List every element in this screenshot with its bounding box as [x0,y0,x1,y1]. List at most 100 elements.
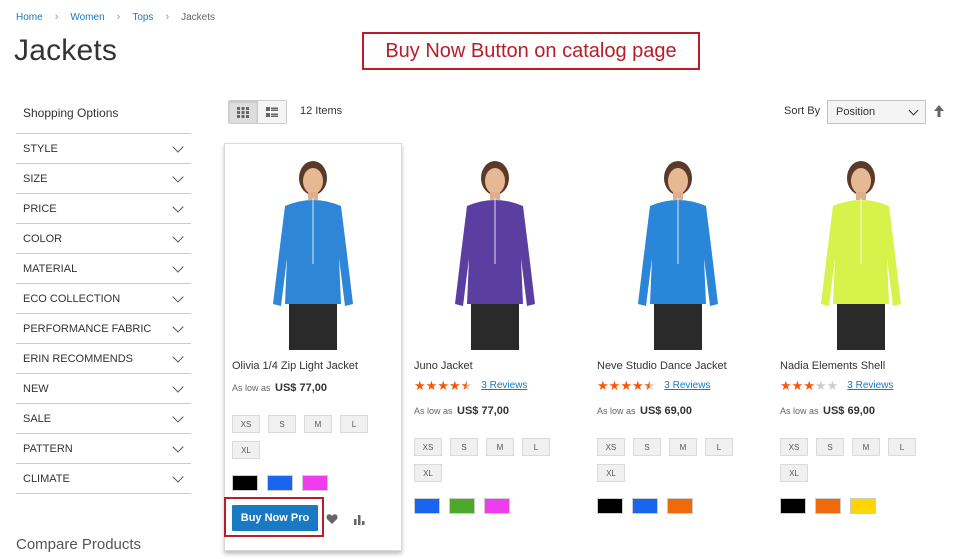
size-option-l[interactable]: L [340,415,368,433]
filter-label: ECO COLLECTION [23,292,121,305]
product-name-link[interactable]: Olivia 1/4 Zip Light Jacket [232,360,358,372]
size-option-s[interactable]: S [816,438,844,456]
size-swatches: XS S M L XL [232,415,382,467]
size-option-s[interactable]: S [268,415,296,433]
star-icon: ★ [814,378,827,393]
rating-stars: ★ ★ ★ ★ ★ [414,379,472,392]
color-swatch[interactable] [232,475,258,491]
size-option-l[interactable]: L [522,438,550,456]
product-price: As low as US$ 69,00 [780,405,875,417]
reviews-link[interactable]: 3 Reviews [847,380,893,391]
filter-size[interactable]: SIZE [16,164,191,194]
breadcrumb-tops[interactable]: Tops [132,12,153,23]
buy-now-button[interactable]: Buy Now Pro [232,505,318,531]
filter-new[interactable]: NEW [16,374,191,404]
product-image[interactable] [606,154,751,350]
grid-view-button[interactable] [229,101,257,123]
color-swatch[interactable] [302,475,328,491]
chevron-down-icon [172,200,184,213]
product-image[interactable] [423,154,568,350]
product-name-link[interactable]: Neve Studio Dance Jacket [597,360,727,372]
filter-pattern[interactable]: PATTERN [16,434,191,464]
price-prefix: As low as [597,406,636,416]
filter-style[interactable]: STYLE [16,134,191,164]
filter-climate[interactable]: CLIMATE [16,464,191,494]
color-swatch[interactable] [667,498,693,514]
product-name-link[interactable]: Nadia Elements Shell [780,360,885,372]
product-image[interactable] [789,154,934,350]
reviews-link[interactable]: 3 Reviews [664,380,710,391]
size-option-xl[interactable]: XL [780,464,808,482]
breadcrumb-separator: › [54,11,59,23]
filter-label: PATTERN [23,442,73,455]
star-icon: ★ [414,378,426,393]
color-swatch[interactable] [815,498,841,514]
breadcrumb-separator: › [116,11,121,23]
size-option-xs[interactable]: XS [780,438,808,456]
filter-sale[interactable]: SALE [16,404,191,434]
filter-material[interactable]: MATERIAL [16,254,191,284]
breadcrumb-women[interactable]: Women [70,12,104,23]
color-swatch[interactable] [449,498,475,514]
color-swatch[interactable] [850,498,876,514]
size-option-l[interactable]: L [705,438,733,456]
chevron-down-icon [172,170,184,183]
color-swatch[interactable] [484,498,510,514]
filter-label: STYLE [23,142,58,155]
filter-performance-fabric[interactable]: PERFORMANCE FABRIC [16,314,191,344]
size-option-l[interactable]: L [888,438,916,456]
sidebar-title: Shopping Options [23,106,119,120]
chevron-down-icon [172,260,184,273]
color-swatches [597,498,702,514]
color-swatch[interactable] [414,498,440,514]
sort-by-select[interactable]: Position [827,100,926,124]
rating-stars: ★ ★ ★ ★ ★ [597,379,655,392]
size-option-s[interactable]: S [633,438,661,456]
product-name-link[interactable]: Juno Jacket [414,360,473,372]
color-swatch[interactable] [597,498,623,514]
list-view-button[interactable] [257,101,286,123]
filter-color[interactable]: COLOR [16,224,191,254]
product-price: As low as US$ 77,00 [232,382,327,394]
size-option-m[interactable]: M [852,438,880,456]
color-swatch[interactable] [267,475,293,491]
filter-label: CLIMATE [23,472,70,485]
size-option-xs[interactable]: XS [597,438,625,456]
product-rating: ★ ★ ★ ★ ★ 3 Reviews [414,379,527,392]
size-option-xl[interactable]: XL [597,464,625,482]
price-value: US$ 69,00 [640,405,693,417]
chevron-down-icon [172,230,184,243]
annotation-callout: Buy Now Button on catalog page [362,32,700,70]
size-option-xs[interactable]: XS [414,438,442,456]
star-icon: ★ [803,378,815,393]
filter-eco-collection[interactable]: ECO COLLECTION [16,284,191,314]
star-icon: ★ [597,378,609,393]
size-option-m[interactable]: M [669,438,697,456]
filter-label: NEW [23,382,49,395]
size-option-xl[interactable]: XL [414,464,442,482]
compare-chart-icon[interactable] [353,513,365,525]
product-image[interactable] [241,154,386,350]
filter-list: STYLE SIZE PRICE COLOR MATERIAL ECO COLLECTIO… [16,133,191,494]
product-rating: ★ ★ ★ ★ ★ 3 Reviews [597,379,710,392]
heart-icon[interactable] [326,513,338,525]
breadcrumb-home[interactable]: Home [16,12,43,23]
color-swatch[interactable] [632,498,658,514]
color-swatch[interactable] [780,498,806,514]
star-icon: ★ [631,378,644,393]
size-option-xl[interactable]: XL [232,441,260,459]
filter-label: SIZE [23,172,48,185]
size-option-xs[interactable]: XS [232,415,260,433]
price-prefix: As low as [414,406,453,416]
filter-label: MATERIAL [23,262,78,275]
filter-price[interactable]: PRICE [16,194,191,224]
size-option-s[interactable]: S [450,438,478,456]
filter-label: PERFORMANCE FABRIC [23,322,152,335]
breadcrumb-current: Jackets [181,11,216,23]
filter-erin-recommends[interactable]: ERIN RECOMMENDS [16,344,191,374]
size-option-m[interactable]: M [304,415,332,433]
sort-direction-arrow-icon[interactable] [933,103,945,119]
reviews-link[interactable]: 3 Reviews [481,380,527,391]
size-swatches: XS S M L XL [597,438,747,490]
size-option-m[interactable]: M [486,438,514,456]
